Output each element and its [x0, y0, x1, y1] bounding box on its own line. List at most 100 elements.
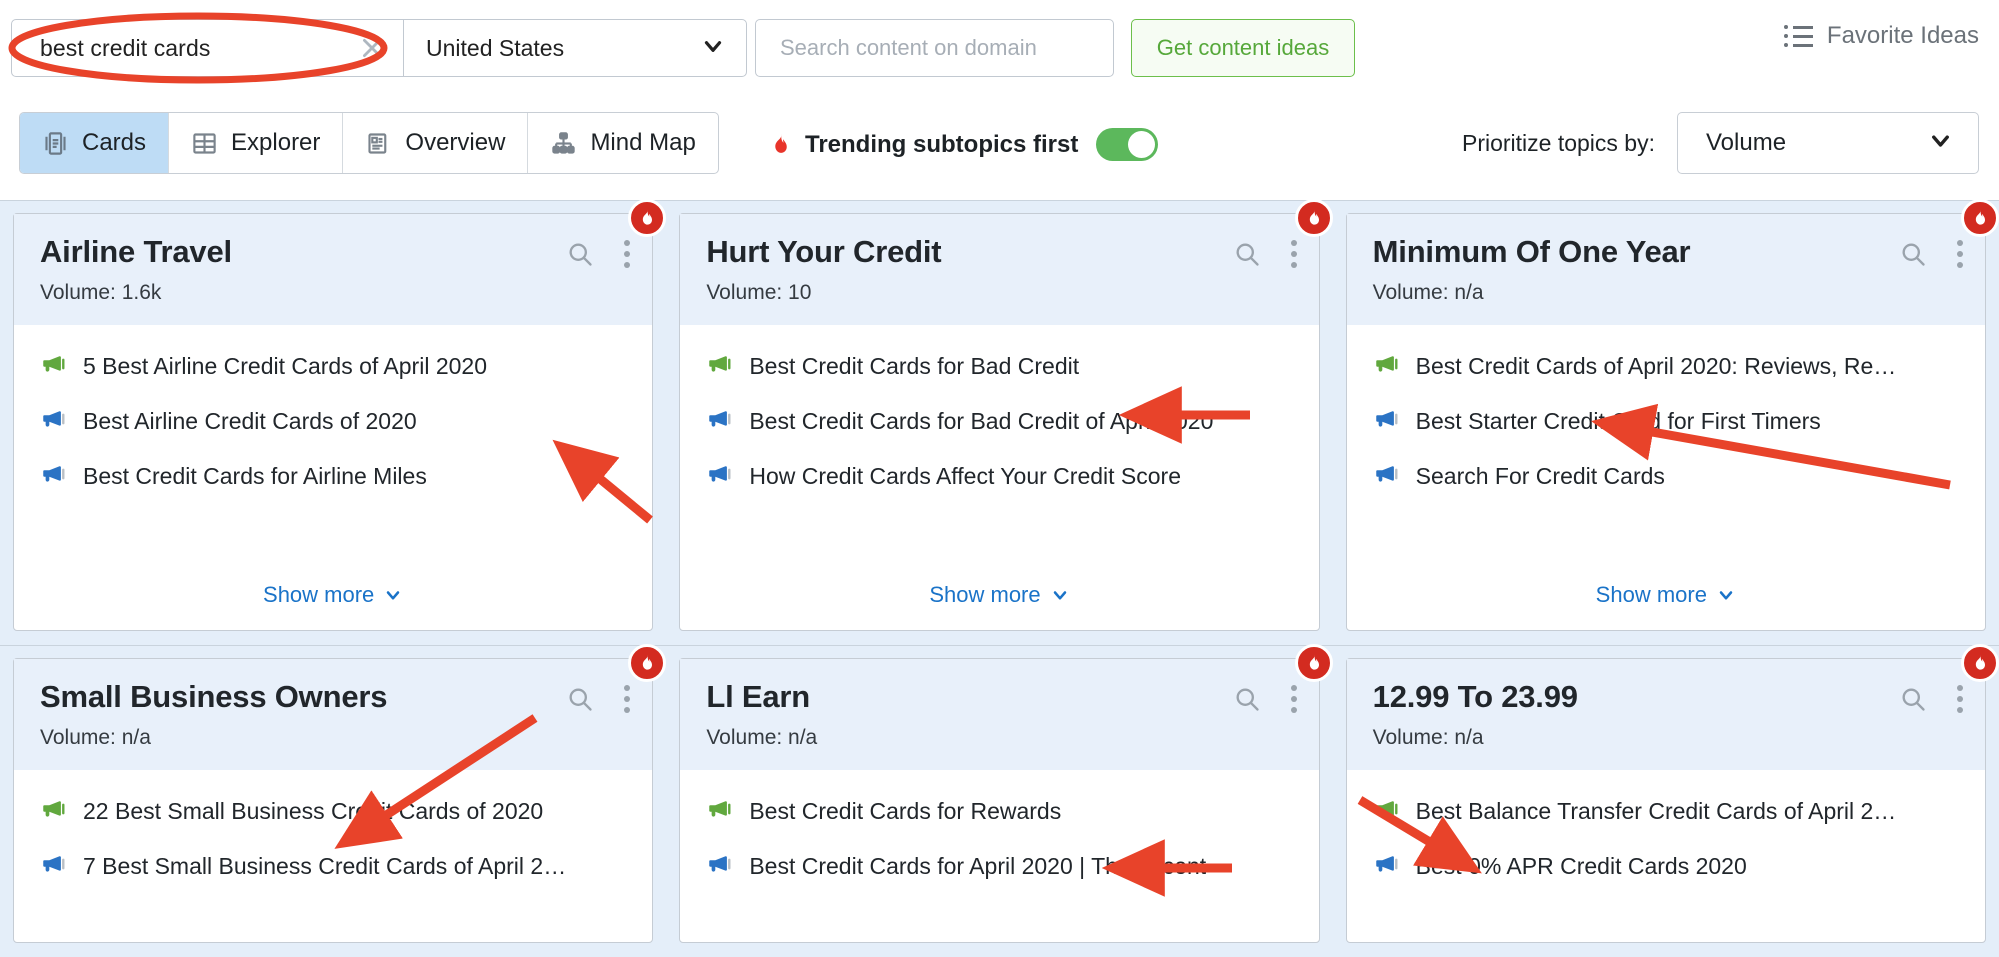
list-item[interactable]: Best Credit Cards of April 2020: Reviews… — [1373, 351, 1959, 382]
list-item[interactable]: How Credit Cards Affect Your Credit Scor… — [706, 461, 1292, 492]
tab-cards-label: Cards — [82, 129, 147, 156]
trending-subtopics-toggle[interactable] — [1096, 128, 1159, 161]
topic-card[interactable]: Small Business Owners Volume: n/a 22 Bes… — [13, 644, 667, 943]
card-volume: Volume: n/a — [706, 725, 818, 749]
card-body: Best Credit Cards for Rewards Best Credi… — [680, 770, 1318, 942]
list-item-label: 22 Best Small Business Credit Cards of 2… — [83, 797, 544, 824]
list-item-label: Best Credit Cards for April 2020 | The A… — [749, 852, 1207, 879]
list-item[interactable]: Best Balance Transfer Credit Cards of Ap… — [1373, 796, 1959, 827]
card-header-actions — [566, 240, 631, 268]
more-vertical-icon[interactable] — [1956, 685, 1963, 713]
hierarchy-icon — [550, 130, 577, 157]
show-more-button[interactable]: Show more — [680, 576, 1318, 630]
topic-card[interactable]: Ll Earn Volume: n/a Best Credit Cards fo… — [679, 644, 1333, 943]
flame-icon — [1960, 199, 1999, 237]
topic-card[interactable]: Minimum Of One Year Volume: n/a Best Cre… — [1345, 199, 1999, 631]
chevron-down-icon — [1053, 591, 1066, 600]
list-item[interactable]: Best 0% APR Credit Cards 2020 — [1373, 851, 1959, 882]
show-more-button[interactable]: Show more — [1347, 576, 1985, 630]
card-header: 12.99 To 23.99 Volume: n/a — [1346, 659, 1985, 770]
prioritize-select[interactable]: Volume — [1677, 112, 1979, 174]
search-icon[interactable] — [566, 240, 594, 268]
card-cell: Small Business Owners Volume: n/a 22 Bes… — [0, 644, 667, 957]
tab-mind-map[interactable]: Mind Map — [528, 113, 717, 173]
domain-placeholder: Search content on domain — [780, 35, 1037, 60]
country-select[interactable]: United States — [404, 20, 746, 76]
more-vertical-icon[interactable] — [1290, 240, 1297, 268]
list-item[interactable]: Best Credit Cards for Airline Miles — [40, 461, 626, 492]
list-item[interactable]: Best Credit Cards for Rewards — [706, 796, 1292, 827]
list-item[interactable]: Best Credit Cards for Bad Credit — [706, 351, 1292, 382]
more-vertical-icon[interactable] — [624, 685, 631, 713]
search-icon[interactable] — [1899, 685, 1927, 713]
card-cell: Minimum Of One Year Volume: n/a Best Cre… — [1333, 199, 1999, 645]
card-row-2: Small Business Owners Volume: n/a 22 Bes… — [0, 644, 1999, 957]
prioritize-label: Prioritize topics by: — [1461, 129, 1655, 156]
list-item[interactable]: 5 Best Airline Credit Cards of April 202… — [40, 351, 626, 382]
list-item-label: Best Credit Cards for Airline Miles — [83, 462, 427, 489]
megaphone-icon — [706, 406, 732, 437]
more-vertical-icon[interactable] — [1290, 685, 1297, 713]
tab-overview[interactable]: Overview — [343, 113, 529, 173]
list-item-label: Best Starter Credit Card for First Timer… — [1415, 407, 1821, 434]
more-vertical-icon[interactable] — [624, 240, 631, 268]
close-icon[interactable] — [359, 35, 385, 61]
list-item[interactable]: Best Credit Cards for Bad Credit of Apri… — [706, 406, 1292, 437]
show-more-label: Show more — [929, 582, 1041, 607]
tab-explorer[interactable]: Explorer — [169, 113, 344, 173]
search-icon[interactable] — [1233, 685, 1261, 713]
list-item[interactable]: Best Airline Credit Cards of 2020 — [40, 406, 626, 437]
tab-cards[interactable]: Cards — [20, 113, 170, 173]
domain-search-input[interactable]: Search content on domain — [755, 19, 1114, 77]
card-volume: Volume: 10 — [706, 280, 812, 304]
chevron-down-icon — [1927, 127, 1954, 159]
favorite-ideas-label: Favorite Ideas — [1826, 22, 1979, 49]
trending-subtopics-label: Trending subtopics first — [805, 130, 1079, 158]
table-icon — [191, 130, 218, 157]
list-item-label: Best 0% APR Credit Cards 2020 — [1415, 852, 1747, 879]
topic-card[interactable]: 12.99 To 23.99 Volume: n/a Best Balance … — [1345, 644, 1999, 943]
chevron-down-icon — [387, 591, 400, 600]
megaphone-icon — [40, 351, 66, 382]
list-item[interactable]: 7 Best Small Business Credit Cards of Ap… — [40, 851, 626, 882]
megaphone-icon — [40, 406, 66, 437]
megaphone-icon — [1373, 851, 1399, 882]
search-icon[interactable] — [566, 685, 594, 713]
search-icon[interactable] — [1233, 240, 1261, 268]
card-body: 22 Best Small Business Credit Cards of 2… — [14, 770, 652, 942]
card-title: 12.99 To 23.99 — [1372, 679, 1578, 714]
card-cell: Hurt Your Credit Volume: 10 Best Credit … — [666, 199, 1333, 645]
favorite-ideas-button[interactable]: Favorite Ideas — [1783, 22, 1979, 50]
card-header: Small Business Owners Volume: n/a — [14, 659, 653, 770]
card-volume: Volume: n/a — [1372, 280, 1484, 304]
flame-icon — [1294, 199, 1333, 237]
card-body: 5 Best Airline Credit Cards of April 202… — [14, 325, 652, 576]
megaphone-icon — [40, 461, 66, 492]
get-content-ideas-button[interactable]: Get content ideas — [1131, 19, 1355, 77]
megaphone-icon — [706, 461, 732, 492]
document-icon — [365, 130, 392, 157]
list-item[interactable]: 22 Best Small Business Credit Cards of 2… — [40, 796, 626, 827]
megaphone-icon — [706, 851, 732, 882]
topic-card[interactable]: Hurt Your Credit Volume: 10 Best Credit … — [679, 199, 1333, 631]
tab-explorer-label: Explorer — [231, 129, 321, 156]
card-header-actions — [1899, 685, 1963, 713]
megaphone-icon — [40, 796, 66, 827]
card-header-actions — [1899, 240, 1963, 268]
card-cell: Airline Travel Volume: 1.6k 5 Best Airli… — [0, 199, 667, 645]
megaphone-icon — [706, 796, 732, 827]
keyword-search-input[interactable]: best credit cards — [12, 20, 404, 76]
list-item-label: Best Credit Cards for Rewards — [749, 797, 1062, 824]
card-volume: Volume: 1.6k — [40, 280, 162, 304]
list-item[interactable]: Search For Credit Cards — [1373, 461, 1959, 492]
list-item[interactable]: Best Credit Cards for April 2020 | The A… — [706, 851, 1292, 882]
show-more-button[interactable]: Show more — [14, 576, 652, 630]
topic-card[interactable]: Airline Travel Volume: 1.6k 5 Best Airli… — [13, 199, 667, 631]
card-body: Best Credit Cards for Bad Credit Best Cr… — [680, 325, 1318, 576]
search-icon[interactable] — [1899, 240, 1927, 268]
more-vertical-icon[interactable] — [1956, 240, 1963, 268]
keyword-value: best credit cards — [40, 34, 211, 61]
list-item-label: Best Credit Cards for Bad Credit — [749, 352, 1080, 379]
card-title: Small Business Owners — [40, 679, 388, 714]
list-item[interactable]: Best Starter Credit Card for First Timer… — [1373, 406, 1959, 437]
